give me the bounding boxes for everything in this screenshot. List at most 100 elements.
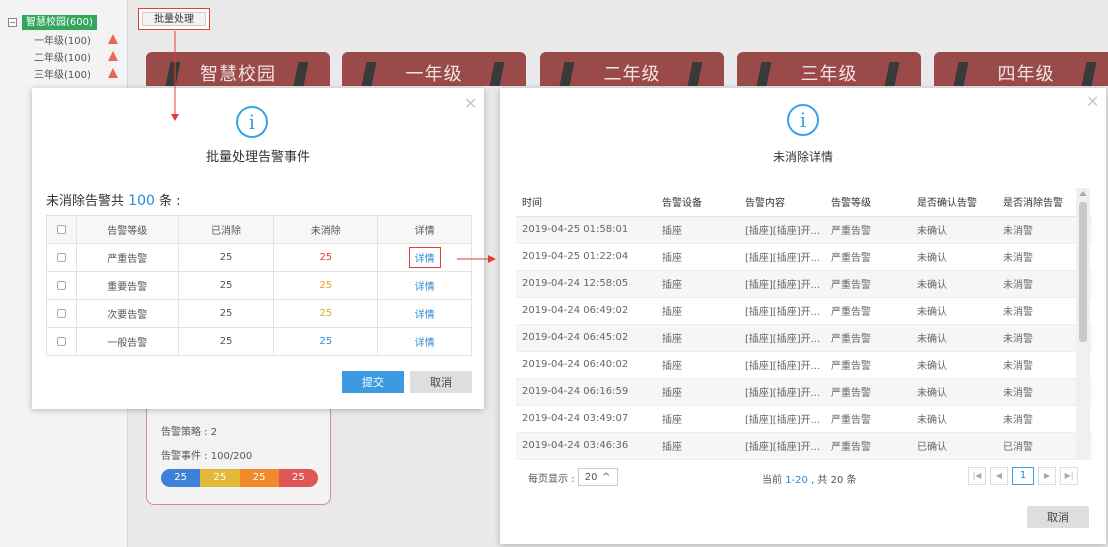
campus-card[interactable]: 智慧校园 [146,52,330,86]
alarm-level: 严重告警 [75,243,179,272]
alarm-device: 插座 [656,270,739,298]
uncleared-count: 25 [273,243,379,272]
tree-item[interactable]: 一年级(100) [8,31,124,48]
alarm-level: 次要告警 [75,299,179,328]
cleared-count: 25 [177,327,275,356]
confirm-status: 已确认 [911,432,997,460]
table-row[interactable]: 2019-04-24 06:49:02 插座 [插座][插座]开... 严重告警… [516,297,1092,325]
campus-card[interactable]: 一年级 [342,52,526,86]
column-header[interactable]: 告警等级 [825,188,911,217]
tree-item-label: 一年级(100) [34,36,91,47]
alarm-detail-table: 时间 告警设备 告警内容 告警等级 是否确认告警 是否消除告警 2019-04-… [516,188,1092,460]
alarm-content: [插座][插座]开... [739,405,825,433]
row-checkbox[interactable] [56,280,66,290]
card-title: 三年级 [800,64,858,85]
column-header[interactable]: 告警设备 [656,188,739,217]
alarm-content: [插座][插座]开... [739,432,825,460]
select-all-checkbox[interactable] [56,224,66,234]
alarm-level: 严重告警 [825,243,911,271]
column-header: 未消除 [273,215,379,244]
warning-icon [108,51,118,61]
detail-link[interactable]: 详情 [415,310,435,321]
confirm-status: 未确认 [911,378,997,406]
first-page-icon[interactable]: |◀ [968,467,986,485]
detail-link[interactable]: 详情 [408,247,441,268]
table-row[interactable]: 2019-04-24 12:58:05 插座 [插座][插座]开... 严重告警… [516,270,1092,298]
campus-summary-panel: 告警策略 : 2 告警事件 : 100/200 25 25 25 25 [146,405,331,505]
table-row: 重要告警 25 25 详情 [46,271,472,300]
alarm-device: 插座 [656,378,739,406]
scroll-thumb[interactable] [1079,202,1087,342]
tree-item[interactable]: 二年级(100) [8,48,124,65]
column-header: 告警等级 [75,215,179,244]
tree-item-label: 二年级(100) [34,53,91,64]
tree-item-label: 三年级(100) [34,70,91,81]
alarm-level: 严重告警 [825,216,911,244]
alarm-device: 插座 [656,351,739,379]
uncleared-count: 25 [273,271,379,300]
confirm-status: 未确认 [911,297,997,325]
alarm-content: [插座][插座]开... [739,243,825,271]
alarm-time: 2019-04-24 06:45:02 [516,324,656,352]
alarm-device: 插座 [656,216,739,244]
alarm-events-text: 告警事件 : 100/200 [161,451,253,462]
alarm-content: [插座][插座]开... [739,216,825,244]
table-row[interactable]: 2019-04-25 01:58:01 插座 [插座][插座]开... 严重告警… [516,216,1092,244]
close-icon[interactable]: ✕ [464,96,477,112]
column-header[interactable]: 是否确认告警 [911,188,997,217]
campus-card[interactable]: 二年级 [540,52,724,86]
info-icon: i [236,106,268,138]
detail-link[interactable]: 详情 [415,338,435,349]
submit-button[interactable]: 提交 [342,371,404,393]
table-row[interactable]: 2019-04-25 01:22:04 插座 [插座][插座]开... 严重告警… [516,243,1092,271]
row-checkbox[interactable] [56,336,66,346]
row-checkbox[interactable] [56,308,66,318]
cancel-button[interactable]: 取消 [410,371,472,393]
card-title: 四年级 [997,64,1055,85]
row-checkbox[interactable] [56,252,66,262]
prev-page-icon[interactable]: ◀ [990,467,1008,485]
table-header: 告警等级 已消除 未消除 详情 [46,215,472,244]
detail-link[interactable]: 详情 [415,282,435,293]
campus-card[interactable]: 三年级 [737,52,921,86]
alarm-level: 严重告警 [825,324,911,352]
bar-segment: 25 [239,469,279,487]
close-icon[interactable]: ✕ [1086,94,1099,110]
table-row: 次要告警 25 25 详情 [46,299,472,328]
tree-root-label[interactable]: 智慧校园(600) [22,15,97,30]
alarm-level: 一般告警 [75,327,179,356]
alarm-level: 严重告警 [825,270,911,298]
current-page[interactable]: 1 [1012,467,1034,485]
tree-root[interactable]: − 智慧校园(600) [8,14,124,31]
table-row[interactable]: 2019-04-24 03:49:07 插座 [插座][插座]开... 严重告警… [516,405,1092,433]
alarm-device: 插座 [656,432,739,460]
column-header[interactable]: 时间 [516,188,656,217]
page-size-select[interactable]: 20 ^ [577,468,618,486]
batch-process-button[interactable]: 批量处理 [138,8,210,30]
alarm-content: [插座][插座]开... [739,378,825,406]
alarm-time: 2019-04-24 06:40:02 [516,351,656,379]
column-header[interactable]: 告警内容 [739,188,825,217]
table-scrollbar[interactable] [1076,188,1090,460]
next-page-icon[interactable]: ▶ [1038,467,1056,485]
alarm-time: 2019-04-25 01:22:04 [516,243,656,271]
summary-count: 100 [128,193,155,209]
alarm-level: 严重告警 [825,351,911,379]
select-all-cell[interactable] [46,215,77,244]
table-row[interactable]: 2019-04-24 06:16:59 插座 [插座][插座]开... 严重告警… [516,378,1092,406]
table-row[interactable]: 2019-04-24 06:45:02 插座 [插座][插座]开... 严重告警… [516,324,1092,352]
alarm-device: 插座 [656,405,739,433]
alarm-summary: 未消除告警共 100 条 : [46,190,181,209]
table-header: 时间 告警设备 告警内容 告警等级 是否确认告警 是否消除告警 [516,188,1092,217]
table-row[interactable]: 2019-04-24 06:40:02 插座 [插座][插座]开... 严重告警… [516,351,1092,379]
campus-card[interactable]: 四年级 [934,52,1108,86]
table-row[interactable]: 2019-04-24 03:46:36 插座 [插座][插座]开... 严重告警… [516,432,1092,460]
collapse-icon[interactable]: − [8,18,17,27]
cancel-button[interactable]: 取消 [1027,506,1089,528]
alarm-level-table: 告警等级 已消除 未消除 详情 严重告警 25 25 详情 重要告警 25 25… [46,215,472,356]
cleared-count: 25 [177,243,275,272]
alarm-time: 2019-04-24 03:46:36 [516,432,656,460]
tree-item[interactable]: 三年级(100) [8,65,124,82]
last-page-icon[interactable]: ▶| [1060,467,1078,485]
scroll-up-icon[interactable] [1079,191,1087,196]
